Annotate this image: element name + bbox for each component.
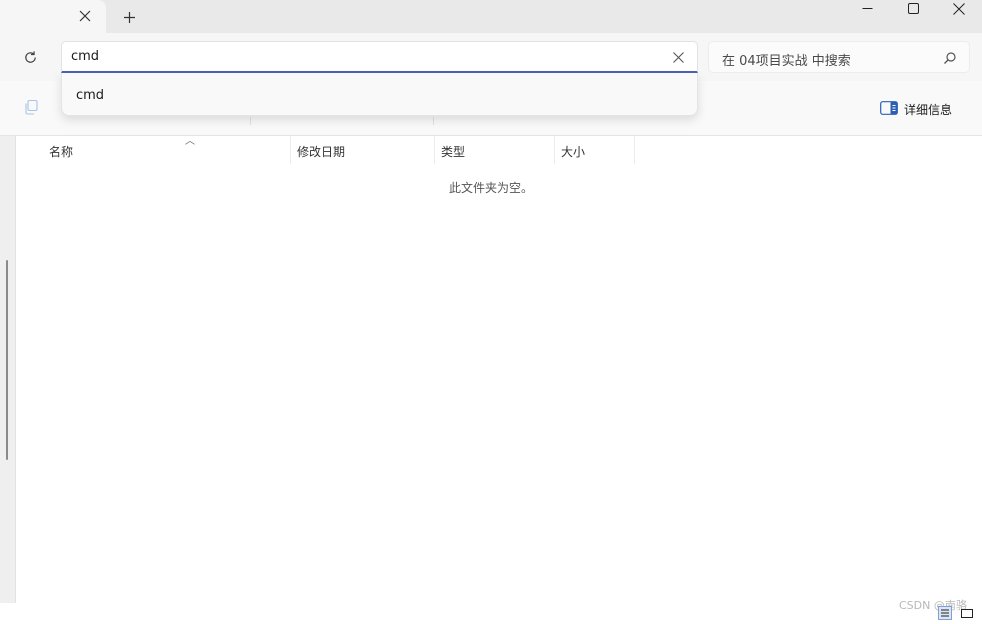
empty-folder-message: 此文件夹为空。 (448, 181, 533, 195)
large-icons-view-icon[interactable] (960, 605, 974, 619)
path-input-value: cmd (71, 49, 100, 64)
column-header-date[interactable]: 修改日期 (291, 136, 435, 164)
column-header-size[interactable]: 大小 (555, 136, 635, 164)
column-label: 修改日期 (297, 145, 346, 159)
minimize-icon[interactable] (844, 0, 890, 17)
column-header-name[interactable]: 名称 ︿ (43, 136, 291, 164)
search-placeholder: 在 04项目实战 中搜索 (722, 54, 851, 69)
close-window-icon[interactable] (936, 0, 982, 17)
search-input[interactable]: 在 04项目实战 中搜索 (708, 41, 970, 73)
column-label: 名称 (49, 145, 74, 159)
new-tab-icon[interactable] (118, 6, 140, 28)
path-input[interactable]: cmd (61, 41, 698, 73)
column-label: 类型 (441, 145, 466, 159)
refresh-icon[interactable] (18, 45, 42, 69)
tab-close-icon[interactable] (74, 5, 96, 27)
details-pane-icon (880, 100, 898, 119)
details-label: 详细信息 (904, 102, 953, 117)
tab-current[interactable] (0, 0, 106, 33)
details-view-icon[interactable] (938, 605, 952, 620)
toolbar-divider (433, 117, 434, 125)
clear-input-icon[interactable] (669, 48, 687, 66)
autocomplete-dropdown: cmd (61, 73, 698, 116)
search-icon[interactable] (943, 50, 959, 66)
sort-ascending-icon: ︿ (185, 136, 195, 147)
toolbar-divider (250, 117, 251, 125)
suggestion-item[interactable]: cmd (76, 88, 104, 103)
copy-icon[interactable] (22, 98, 42, 118)
watermark: CSDN @南骆 (899, 599, 967, 612)
column-label: 大小 (561, 145, 586, 159)
details-button[interactable]: 详细信息 (880, 95, 970, 123)
maximize-icon[interactable] (890, 0, 936, 17)
column-header-type[interactable]: 类型 (435, 136, 555, 164)
nav-scrollbar[interactable] (6, 260, 8, 460)
title-bar (0, 0, 982, 33)
navigation-pane (0, 136, 16, 603)
column-header-row: 名称 ︿ 修改日期 类型 大小 (17, 136, 982, 164)
status-bar (0, 603, 982, 619)
